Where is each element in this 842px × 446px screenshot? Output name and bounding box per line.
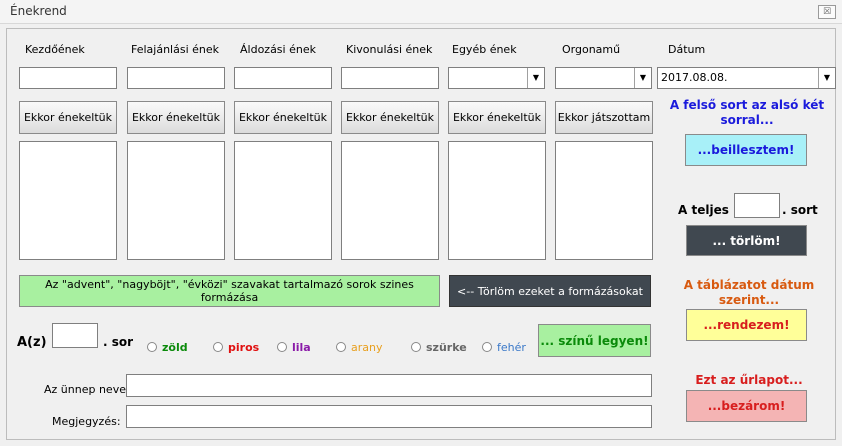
kivonulasi-list[interactable]	[341, 141, 439, 260]
ekkor-button-6[interactable]: Ekkor játszottam	[555, 101, 653, 134]
title-bar	[0, 0, 842, 24]
delete-row-input[interactable]	[734, 193, 780, 218]
radio-label: arany	[351, 340, 383, 354]
close-icon[interactable]: ☒	[818, 5, 836, 19]
radio-circle-icon[interactable]	[277, 342, 287, 352]
note-label: Megjegyzés:	[52, 415, 121, 428]
header-kezdoenek: Kezdőének	[25, 43, 85, 56]
orgonamu-list[interactable]	[555, 141, 653, 260]
insert-button[interactable]: ...beillesztem!	[685, 134, 807, 166]
radio-feher[interactable]: fehér	[482, 340, 526, 354]
radio-circle-icon[interactable]	[482, 342, 492, 352]
radio-label: szürke	[426, 340, 467, 354]
radio-circle-icon[interactable]	[411, 342, 421, 352]
datum-combo[interactable]: 2017.08.08. ▼	[657, 67, 836, 89]
egyeb-combo[interactable]: ▼	[448, 67, 545, 89]
color-row-input[interactable]	[52, 323, 98, 348]
format-rows-button[interactable]: Az "advent", "nagyböjt", "évközi" szavak…	[19, 275, 440, 307]
feast-name-input[interactable]	[126, 374, 652, 397]
radio-circle-icon[interactable]	[336, 342, 346, 352]
chevron-down-icon[interactable]: ▼	[634, 68, 651, 88]
feast-label: Az ünnep neve:	[44, 383, 130, 396]
window-title: Énekrend	[10, 4, 67, 18]
header-egyeb: Egyéb ének	[452, 43, 517, 56]
color-row-prefix: A(z)	[17, 335, 47, 350]
datum-value: 2017.08.08.	[661, 71, 728, 84]
radio-lila[interactable]: lila	[277, 340, 311, 354]
header-felajanlasi: Felajánlási ének	[131, 43, 220, 56]
insert-caption: A felső sort az alsó két sorral...	[669, 98, 825, 127]
color-row-suffix: . sor	[103, 335, 134, 349]
radio-label: piros	[228, 340, 260, 354]
aldozasi-input[interactable]	[234, 67, 332, 89]
ekkor-button-2[interactable]: Ekkor énekeltük	[127, 101, 225, 134]
radio-label: zöld	[162, 340, 188, 354]
radio-szurke[interactable]: szürke	[411, 340, 467, 354]
header-datum: Dátum	[668, 43, 706, 56]
felajanlasi-list[interactable]	[127, 141, 225, 260]
chevron-down-icon[interactable]: ▼	[527, 68, 544, 88]
header-kivonulasi: Kivonulási ének	[346, 43, 433, 56]
radio-zold[interactable]: zöld	[147, 340, 188, 354]
close-form-button[interactable]: ...bezárom!	[686, 390, 807, 422]
aldozasi-list[interactable]	[234, 141, 332, 260]
ekkor-button-5[interactable]: Ekkor énekeltük	[448, 101, 546, 134]
orgonamu-combo[interactable]: ▼	[555, 67, 652, 89]
header-aldozasi: Áldozási ének	[240, 43, 316, 56]
felajanlasi-input[interactable]	[127, 67, 225, 89]
delete-row-button[interactable]: ... törlöm!	[686, 225, 807, 256]
radio-circle-icon[interactable]	[147, 342, 157, 352]
note-input[interactable]	[126, 405, 652, 428]
ekkor-button-3[interactable]: Ekkor énekeltük	[234, 101, 332, 134]
radio-circle-icon[interactable]	[213, 342, 223, 352]
radio-piros[interactable]: piros	[213, 340, 259, 354]
kivonulasi-input[interactable]	[341, 67, 439, 89]
apply-color-button[interactable]: ... színű legyen!	[538, 324, 651, 357]
kezdoenek-list[interactable]	[19, 141, 117, 260]
kezdoenek-input[interactable]	[19, 67, 117, 89]
egyeb-list[interactable]	[448, 141, 546, 260]
chevron-down-icon[interactable]: ▼	[818, 68, 835, 88]
ekkor-button-4[interactable]: Ekkor énekeltük	[341, 101, 439, 134]
ekkor-button-1[interactable]: Ekkor énekeltük	[19, 101, 117, 134]
sort-button[interactable]: ...rendezem!	[686, 309, 807, 341]
clear-format-button[interactable]: <-- Törlöm ezeket a formázásokat	[449, 275, 651, 307]
sort-caption: A táblázatot dátum szerint...	[683, 278, 815, 307]
delete-prefix: A teljes	[678, 203, 729, 217]
close-form-caption: Ezt az űrlapot...	[695, 373, 803, 387]
radio-label: lila	[292, 340, 311, 354]
radio-label: fehér	[497, 340, 526, 354]
radio-arany[interactable]: arany	[336, 340, 383, 354]
header-orgonamu: Orgonamű	[562, 43, 621, 56]
delete-suffix: . sort	[782, 203, 818, 217]
